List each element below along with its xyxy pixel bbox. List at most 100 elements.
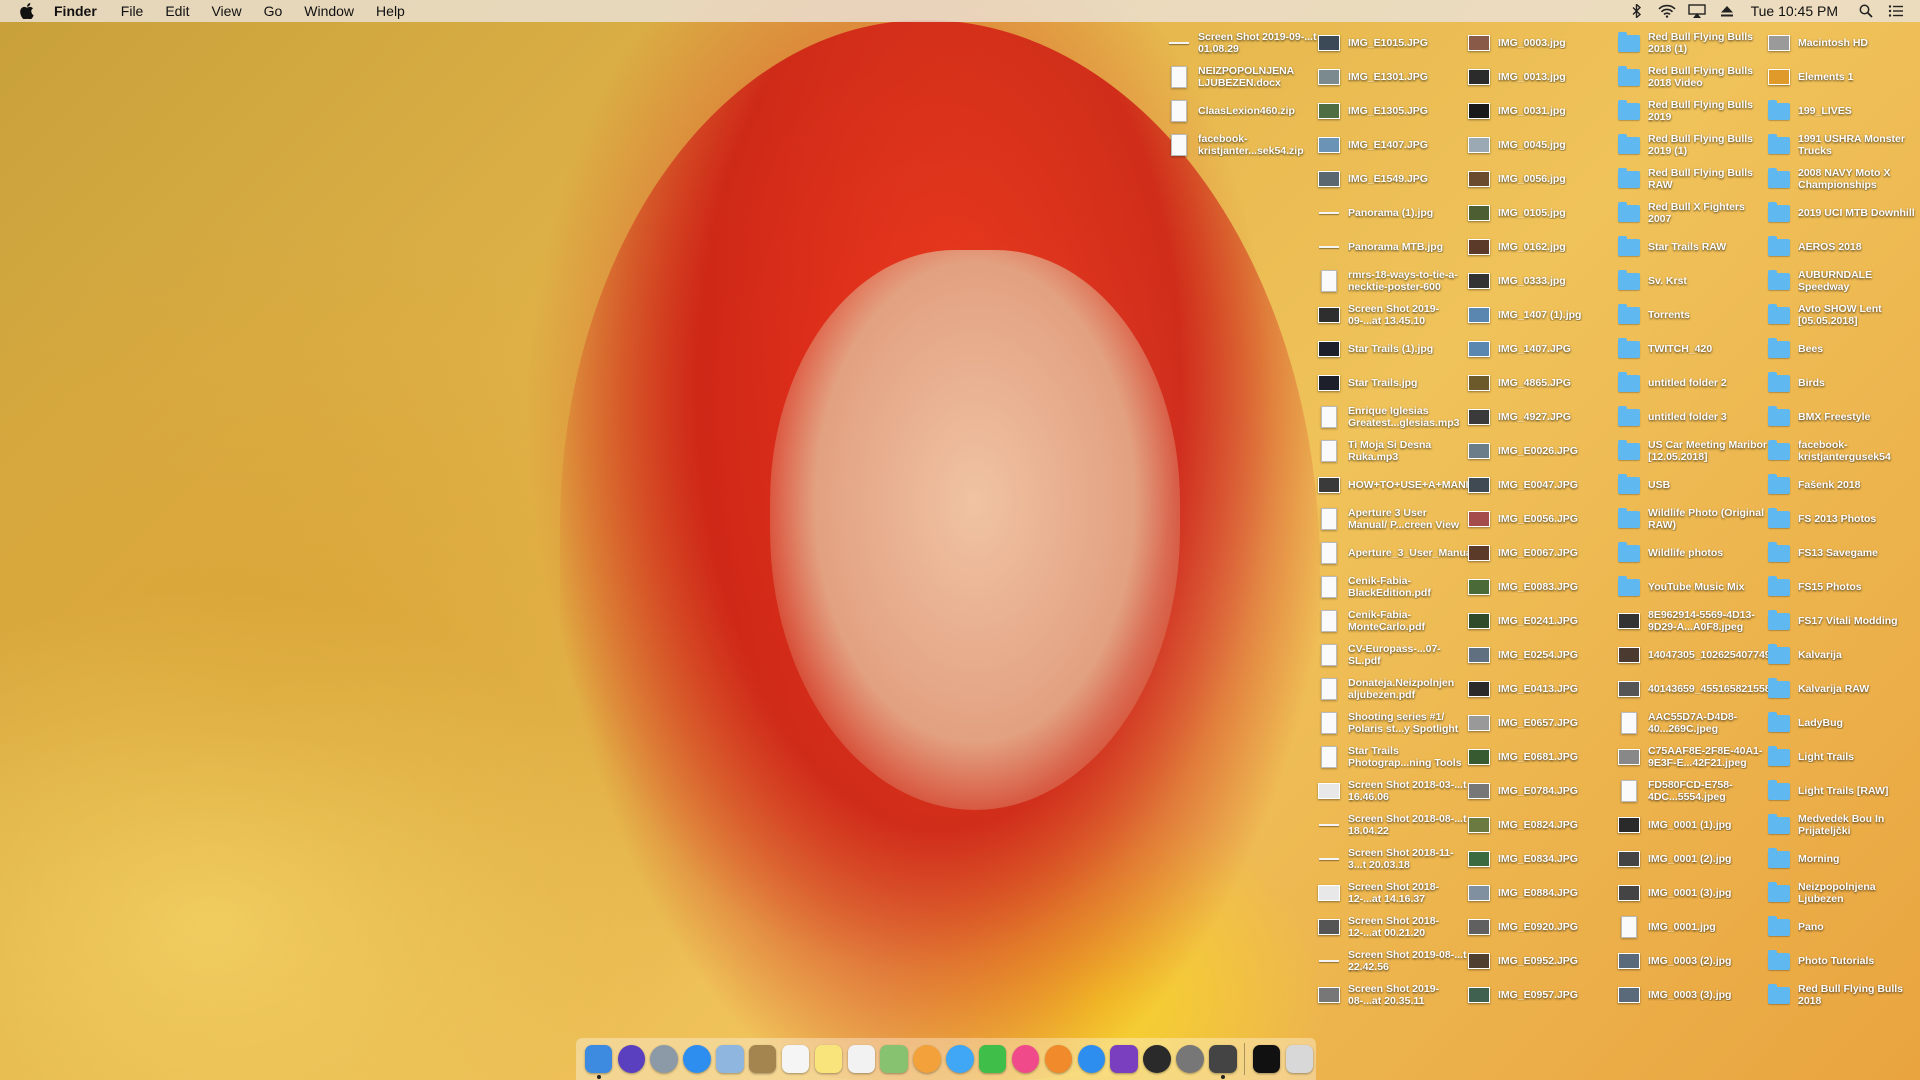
desktop-item[interactable]: untitled folder 3 [1618, 400, 1768, 434]
desktop-item[interactable]: Red Bull Flying Bulls 2018 [1768, 978, 1918, 1012]
messages-app[interactable] [946, 1045, 974, 1073]
menu-help[interactable]: Help [376, 3, 405, 19]
desktop-item[interactable]: Cenik-Fabia-BlackEdition.pdf [1318, 570, 1468, 604]
desktop-item[interactable]: IMG_4865.JPG [1468, 366, 1618, 400]
desktop-item[interactable]: Screen Shot 2018-12-...at 14.16.37 [1318, 876, 1468, 910]
desktop-item[interactable]: Screen Shot 2018-03-...t 16.46.06 [1318, 774, 1468, 808]
menu-edit[interactable]: Edit [165, 3, 189, 19]
bluetooth-icon[interactable] [1627, 3, 1647, 19]
desktop-item[interactable]: IMG_0162.jpg [1468, 230, 1618, 264]
desktop-item[interactable]: ClaasLexion460.zip [1168, 94, 1318, 128]
desktop-item[interactable]: Screen Shot 2019-09-...t 01.08.29 [1168, 26, 1318, 60]
airplay-icon[interactable] [1687, 3, 1707, 19]
desktop-item[interactable]: Fašenk 2018 [1768, 468, 1918, 502]
desktop-item[interactable]: IMG_E0083.JPG [1468, 570, 1618, 604]
facetime-app[interactable] [979, 1045, 1007, 1073]
menu-clock[interactable]: Tue 10:45 PM [1751, 3, 1838, 19]
desktop-item[interactable]: Photo Tutorials [1768, 944, 1918, 978]
launchpad-app[interactable] [650, 1045, 678, 1073]
desktop-item[interactable]: 8E962914-5569-4D13-9D29-A...A0F8.jpeg [1618, 604, 1768, 638]
desktop-item[interactable]: IMG_E1301.JPG [1318, 60, 1468, 94]
photos-app[interactable] [913, 1045, 941, 1073]
terminal-app[interactable] [1252, 1045, 1281, 1073]
desktop-item[interactable]: Macintosh HD [1768, 26, 1918, 60]
app-store-app[interactable] [1077, 1045, 1106, 1073]
desktop-item[interactable]: Light Trails [1768, 740, 1918, 774]
desktop-item[interactable]: Morning [1768, 842, 1918, 876]
desktop-item[interactable]: IMG_E0657.JPG [1468, 706, 1618, 740]
desktop-item[interactable]: Aperture_3_User_Manual.pdf [1318, 536, 1468, 570]
desktop-item[interactable]: Wildlife photos [1618, 536, 1768, 570]
desktop-item[interactable]: IMG_E1407.JPG [1318, 128, 1468, 162]
desktop-item[interactable]: Light Trails [RAW] [1768, 774, 1918, 808]
desktop-item[interactable]: Screen Shot 2018-12-...at 00.21.20 [1318, 910, 1468, 944]
reminders-app[interactable] [847, 1045, 876, 1073]
desktop-item[interactable]: Red Bull Flying Bulls 2018 Video [1618, 60, 1768, 94]
desktop-item[interactable]: IMG_0105.jpg [1468, 196, 1618, 230]
desktop-item[interactable]: Aperture 3 User Manual/ P...creen View [1318, 502, 1468, 536]
desktop-item[interactable]: C75AAF8E-2F8E-40A1-9E3F-E...42F21.jpeg [1618, 740, 1768, 774]
desktop-item[interactable]: IMG_0056.jpg [1468, 162, 1618, 196]
desktop-item[interactable]: Kalvarija RAW [1768, 672, 1918, 706]
desktop-item[interactable]: Star Trails Photograp...ning Tools [1318, 740, 1468, 774]
desktop-item[interactable]: IMG_E0920.JPG [1468, 910, 1618, 944]
desktop-item[interactable]: Cenik-Fabia-MonteCarlo.pdf [1318, 604, 1468, 638]
desktop-item[interactable]: Panorama (1).jpg [1318, 196, 1468, 230]
menu-file[interactable]: File [121, 3, 144, 19]
desktop-item[interactable]: IMG_E0824.JPG [1468, 808, 1618, 842]
apple-menu-icon[interactable] [18, 2, 36, 20]
desktop-item[interactable]: Medvedek Bou In Prijateljčki [1768, 808, 1918, 842]
desktop-item[interactable]: Screen Shot 2018-11-3...t 20.03.18 [1318, 842, 1468, 876]
menu-window[interactable]: Window [304, 3, 354, 19]
desktop-item[interactable]: Donateja.Neizpolnjen aljubezen.pdf [1318, 672, 1468, 706]
desktop-item[interactable]: FS 2013 Photos [1768, 502, 1918, 536]
trash[interactable] [1285, 1045, 1314, 1073]
desktop-item[interactable]: IMG_E0047.JPG [1468, 468, 1618, 502]
desktop-item[interactable]: IMG_0045.jpg [1468, 128, 1618, 162]
system-preferences-app[interactable] [1176, 1045, 1204, 1073]
desktop-item[interactable]: 40143659_455165821558537...2980352_n [1618, 672, 1768, 706]
desktop-item[interactable]: LadyBug [1768, 706, 1918, 740]
desktop-item[interactable]: IMG_E0884.JPG [1468, 876, 1618, 910]
desktop-item[interactable]: IMG_E0784.JPG [1468, 774, 1618, 808]
desktop-item[interactable]: IMG_0031.jpg [1468, 94, 1618, 128]
desktop-item[interactable]: IMG_4927.JPG [1468, 400, 1618, 434]
desktop-item[interactable]: IMG_0003 (3).jpg [1618, 978, 1768, 1012]
desktop-item[interactable]: facebook-kristjantergusek54 [1768, 434, 1918, 468]
notes-app[interactable] [814, 1045, 843, 1073]
desktop-item[interactable]: IMG_E0413.JPG [1468, 672, 1618, 706]
eject-icon[interactable] [1717, 3, 1737, 19]
menu-view[interactable]: View [211, 3, 241, 19]
desktop-item[interactable]: Star Trails (1).jpg [1318, 332, 1468, 366]
desktop-item[interactable]: Elements 1 [1768, 60, 1918, 94]
desktop-item[interactable]: IMG_1407.JPG [1468, 332, 1618, 366]
desktop-item[interactable]: 2008 NAVY Moto X Championships [1768, 162, 1918, 196]
desktop-item[interactable]: Birds [1768, 366, 1918, 400]
mail-app[interactable] [716, 1045, 744, 1073]
desktop-item[interactable]: rmrs-18-ways-to-tie-a-necktie-poster-600 [1318, 264, 1468, 298]
desktop-item[interactable]: YouTube Music Mix [1618, 570, 1768, 604]
desktop-item[interactable]: Red Bull Flying Bulls 2019 [1618, 94, 1768, 128]
desktop-item[interactable]: US Car Meeting Maribor [12.05.2018] [1618, 434, 1768, 468]
desktop-item[interactable]: USB [1618, 468, 1768, 502]
desktop-item[interactable]: Star Trails.jpg [1318, 366, 1468, 400]
desktop-item[interactable]: CV-Europass-...07-SL.pdf [1318, 638, 1468, 672]
desktop-item[interactable]: Neizpopolnjena Ljubezen [1768, 876, 1918, 910]
desktop-item[interactable]: IMG_0001 (2).jpg [1618, 842, 1768, 876]
desktop-item[interactable]: AEROS 2018 [1768, 230, 1918, 264]
desktop-item[interactable]: FS17 Vitali Modding [1768, 604, 1918, 638]
desktop-item[interactable]: Torrents [1618, 298, 1768, 332]
desktop-item[interactable]: Red Bull Flying Bulls 2018 (1) [1618, 26, 1768, 60]
desktop-item[interactable]: Bees [1768, 332, 1918, 366]
desktop-item[interactable]: Star Trails RAW [1618, 230, 1768, 264]
desktop-item[interactable]: Screen Shot 2019-09-...at 13.45.10 [1318, 298, 1468, 332]
desktop-item[interactable]: BMX Freestyle [1768, 400, 1918, 434]
finder-app[interactable] [584, 1045, 613, 1079]
affinity-app[interactable] [1110, 1045, 1138, 1073]
desktop-item[interactable]: IMG_E0056.JPG [1468, 502, 1618, 536]
desktop-item[interactable]: Screen Shot 2019-08-...at 20.35.11 [1318, 978, 1468, 1012]
desktop-item[interactable]: IMG_0003.jpg [1468, 26, 1618, 60]
menu-app-finder[interactable]: Finder [54, 3, 97, 19]
desktop-item[interactable]: IMG_E0067.JPG [1468, 536, 1618, 570]
desktop-item[interactable]: IMG_0001 (1).jpg [1618, 808, 1768, 842]
